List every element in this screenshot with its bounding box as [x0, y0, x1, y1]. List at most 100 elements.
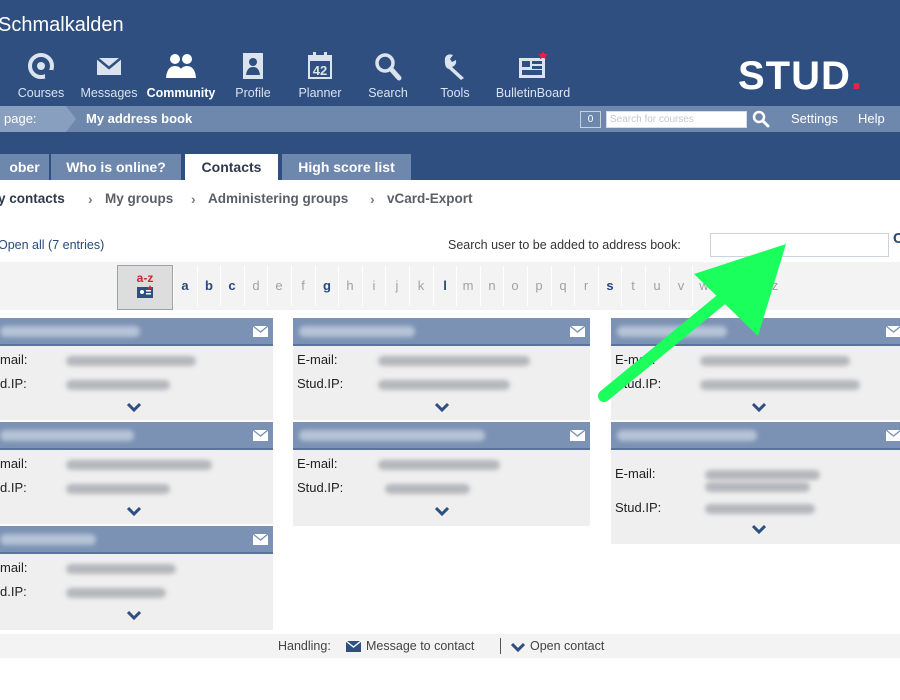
email-label: mail:	[0, 560, 28, 575]
nav-messages[interactable]: Messages	[69, 50, 149, 100]
email-value-redacted	[66, 460, 212, 470]
studip-label: d.IP:	[0, 376, 27, 391]
context-label: page:	[0, 106, 66, 132]
studip-label: d.IP:	[0, 480, 27, 495]
nav-community[interactable]: Community	[141, 50, 221, 100]
nav-label: Search	[368, 86, 408, 100]
community-icon	[141, 50, 221, 82]
letter-filter-s[interactable]: s	[598, 262, 622, 310]
subnav-my-contacts[interactable]: y contacts	[0, 191, 65, 206]
email-label: E-mail:	[615, 352, 656, 367]
envelope-icon	[346, 641, 361, 652]
vcard-icon	[137, 285, 153, 298]
letter-filter-m: m	[462, 278, 474, 293]
course-search-input[interactable]	[606, 111, 747, 128]
studip-value-redacted	[705, 504, 815, 514]
nav-label: BulletinBoard	[495, 86, 571, 100]
top-header: Schmalkalden Courses Messages Community …	[0, 0, 900, 106]
tab-bar: ober Who is online? Contacts High score …	[0, 132, 900, 180]
contact-card-header[interactable]	[0, 422, 273, 450]
letter-filter-b[interactable]: b	[197, 262, 221, 310]
letter-filter-z: z	[771, 278, 779, 293]
contact-name-redacted	[617, 430, 757, 441]
studip-label: Stud.IP:	[297, 376, 344, 391]
chevron-down-icon[interactable]	[127, 506, 141, 516]
nav-label: Profile	[235, 86, 271, 100]
nav-bulletin-board[interactable]: BulletinBoard	[491, 50, 575, 100]
chevron-right-icon: ›	[191, 191, 196, 207]
chevron-down-icon[interactable]	[752, 524, 766, 534]
handling-label: Handling:	[278, 639, 331, 653]
subnav-my-groups[interactable]: My groups	[105, 191, 173, 206]
letter-filter-l[interactable]: l	[433, 262, 457, 310]
subnav-administering-groups[interactable]: Administering groups	[208, 191, 348, 206]
email-label: E-mail:	[297, 352, 338, 367]
az-all-button[interactable]: a-z	[117, 265, 173, 310]
contact-card: E-mail: Stud.IP:	[611, 318, 900, 420]
contact-card-header[interactable]	[0, 526, 273, 554]
tab-who-is-online[interactable]: Who is online?	[51, 154, 181, 180]
envelope-icon[interactable]	[253, 430, 268, 441]
help-link[interactable]: Help	[858, 106, 885, 132]
envelope-icon[interactable]	[570, 326, 585, 337]
envelope-icon[interactable]	[886, 430, 900, 441]
envelope-icon[interactable]	[253, 534, 268, 545]
contact-card-header[interactable]	[611, 422, 900, 450]
letter-filter-c[interactable]: c	[220, 262, 244, 310]
tab-contacts[interactable]: Contacts	[185, 154, 278, 180]
nav-tools[interactable]: Tools	[415, 50, 495, 100]
contact-card-header[interactable]	[0, 318, 273, 346]
chevron-down-icon[interactable]	[752, 402, 766, 412]
email-label: mail:	[0, 456, 28, 471]
search-user-submit[interactable]: C	[893, 230, 900, 247]
contact-name-redacted	[299, 326, 415, 337]
contact-card: E-mail: Stud.IP:	[293, 318, 590, 420]
chevron-down-icon	[511, 642, 525, 652]
settings-link[interactable]: Settings	[791, 106, 838, 132]
letter-filter-q: q	[559, 278, 567, 293]
studip-value-redacted	[66, 484, 170, 494]
contact-card-header[interactable]	[611, 318, 900, 346]
letter-filter-o: o	[511, 278, 519, 293]
studip-logo: STUD.	[738, 54, 864, 98]
envelope-icon[interactable]	[253, 326, 268, 337]
chevron-down-icon[interactable]	[127, 610, 141, 620]
envelope-icon[interactable]	[886, 326, 900, 337]
search-user-input[interactable]	[710, 233, 889, 257]
letter-filter-a[interactable]: a	[173, 262, 197, 310]
envelope-icon[interactable]	[570, 430, 585, 441]
contact-card-header[interactable]	[293, 318, 590, 346]
contact-name-redacted	[0, 534, 96, 545]
nav-label: Tools	[440, 86, 470, 100]
letter-filter-g[interactable]: g	[315, 262, 339, 310]
divider	[500, 638, 501, 654]
studip-value-redacted	[700, 380, 860, 390]
studip-value-redacted	[378, 380, 510, 390]
contact-card: mail: d.IP:	[0, 318, 273, 420]
tab-high-score-list[interactable]: High score list	[282, 154, 411, 180]
letter-filter-v: v	[677, 278, 685, 293]
search-icon[interactable]	[752, 110, 770, 128]
svg-text:42: 42	[313, 63, 327, 78]
email-value-redacted	[378, 356, 530, 366]
letter-filter-i: i	[372, 278, 376, 293]
chevron-down-icon[interactable]	[435, 506, 449, 516]
tab-buddy-cut[interactable]: ober	[0, 154, 49, 180]
studip-value-redacted	[66, 588, 166, 598]
letter-filter-x: x	[724, 278, 732, 293]
chevron-down-icon[interactable]	[435, 402, 449, 412]
chevron-right-icon: ›	[88, 191, 93, 207]
studip-value-redacted	[66, 380, 170, 390]
studip-label: Stud.IP:	[615, 500, 662, 515]
email-value-redacted	[66, 564, 176, 574]
contact-card: mail: d.IP:	[0, 526, 273, 630]
subnav-vcard-export[interactable]: vCard-Export	[387, 191, 473, 206]
open-all-link[interactable]: Open all (7 entries)	[0, 238, 104, 252]
email-label: mail:	[0, 352, 28, 367]
envelope-icon	[69, 50, 149, 82]
chevron-down-icon[interactable]	[127, 402, 141, 412]
letter-filter-w: w	[699, 278, 709, 293]
contact-card-header[interactable]	[293, 422, 590, 450]
contact-name-redacted	[0, 430, 134, 441]
email-value-redacted	[66, 356, 196, 366]
